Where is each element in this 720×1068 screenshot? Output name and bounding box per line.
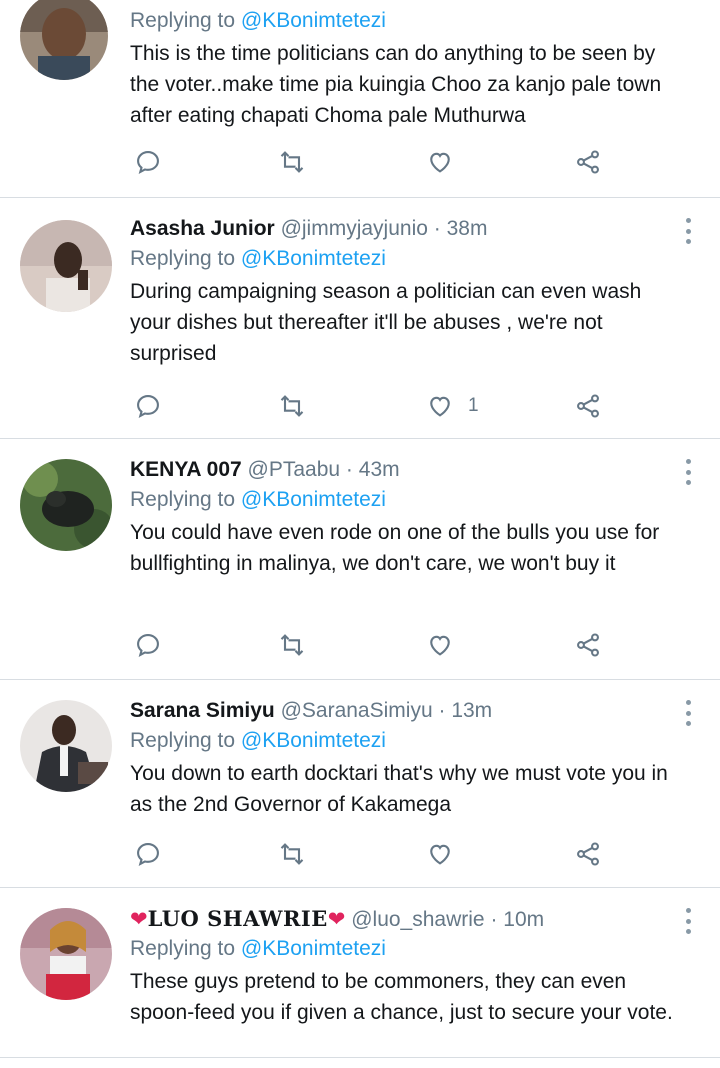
tweet-text: These guys pretend to be commoners, they… xyxy=(130,970,673,1024)
retweet-button[interactable] xyxy=(278,627,306,663)
more-options-icon[interactable] xyxy=(684,908,692,934)
retweet-button[interactable] xyxy=(278,836,306,872)
avatar[interactable] xyxy=(20,700,112,792)
like-button[interactable] xyxy=(426,836,468,872)
display-name[interactable]: Asasha Junior xyxy=(130,217,275,240)
retweet-icon xyxy=(280,634,304,656)
like-icon xyxy=(430,396,450,417)
share-button[interactable] xyxy=(574,388,602,424)
tweet-text: You down to earth docktari that's why we… xyxy=(130,762,668,816)
display-name[interactable]: Sarana Simiyu xyxy=(130,699,275,722)
tweet-text: You could have even rode on one of the b… xyxy=(130,521,660,575)
timestamp[interactable]: 10m xyxy=(503,908,544,931)
like-icon xyxy=(430,635,450,656)
mention-link[interactable]: @KBonimtetezi xyxy=(241,9,386,32)
timestamp[interactable]: 13m xyxy=(451,699,492,722)
separator: · xyxy=(433,217,441,240)
tweet[interactable]: Sarana Simiyu @SaranaSimiyu · 13m Replyi… xyxy=(0,680,720,888)
display-name[interactable]: LUO SHAWRIE xyxy=(148,906,328,931)
reply-icon xyxy=(137,843,159,866)
handle[interactable]: @PTaabu xyxy=(248,458,341,481)
separator: · xyxy=(490,908,498,931)
like-button[interactable]: 1 xyxy=(426,388,479,424)
more-options-icon[interactable] xyxy=(684,218,692,244)
like-count: 1 xyxy=(468,395,479,416)
reply-icon xyxy=(137,151,159,174)
share-icon xyxy=(577,633,599,657)
like-button[interactable] xyxy=(426,144,468,180)
display-name[interactable]: KENYA 007 xyxy=(130,458,242,481)
tweet[interactable]: KENYA 007 @PTaabu · 43m Replying to @KBo… xyxy=(0,439,720,680)
retweet-icon xyxy=(280,395,304,417)
retweet-button[interactable] xyxy=(278,144,306,180)
timestamp[interactable]: 43m xyxy=(359,458,400,481)
reply-icon xyxy=(137,634,159,657)
replying-to: Replying to @KBonimtetezi xyxy=(130,488,386,511)
tweet-header: Asasha Junior @jimmyjayjunio · 38m xyxy=(130,214,680,244)
more-options-icon[interactable] xyxy=(684,459,692,485)
retweet-icon xyxy=(280,843,304,865)
tweet-header: KENYA 007 @PTaabu · 43m xyxy=(130,455,680,485)
reply-icon xyxy=(137,395,159,418)
share-button[interactable] xyxy=(574,627,602,663)
avatar[interactable] xyxy=(20,0,108,80)
heart-emoji: ❤ xyxy=(130,908,148,931)
retweet-button[interactable] xyxy=(278,388,306,424)
separator: · xyxy=(345,458,353,481)
like-icon xyxy=(430,152,450,173)
reply-button[interactable] xyxy=(134,836,162,872)
mention-link[interactable]: @KBonimtetezi xyxy=(241,488,386,511)
share-icon xyxy=(577,842,599,866)
reply-button[interactable] xyxy=(134,144,162,180)
tweet[interactable]: Replying to @KBonimtetezi This is the ti… xyxy=(0,0,720,198)
mention-link[interactable]: @KBonimtetezi xyxy=(241,729,386,752)
like-button[interactable] xyxy=(426,627,468,663)
tweet-header: ❤LUO SHAWRIE❤ @luo_shawrie · 10m xyxy=(130,904,680,934)
heart-emoji: ❤ xyxy=(327,908,346,931)
retweet-icon xyxy=(280,151,304,173)
avatar[interactable] xyxy=(20,459,112,551)
avatar[interactable] xyxy=(20,908,112,1000)
tweet-text: This is the time politicians can do anyt… xyxy=(130,42,662,127)
share-icon xyxy=(577,150,599,174)
tweet-text: During campaigning season a politician c… xyxy=(130,280,642,365)
replying-to: Replying to @KBonimtetezi xyxy=(130,247,386,270)
tweet[interactable]: Asasha Junior @jimmyjayjunio · 38m Reply… xyxy=(0,198,720,439)
separator: · xyxy=(438,699,446,722)
mention-link[interactable]: @KBonimtetezi xyxy=(241,937,386,960)
handle[interactable]: @luo_shawrie xyxy=(351,908,484,931)
reply-button[interactable] xyxy=(134,388,162,424)
share-button[interactable] xyxy=(574,144,602,180)
tweet-header: Sarana Simiyu @SaranaSimiyu · 13m xyxy=(130,696,680,726)
like-icon xyxy=(430,844,450,865)
tweet[interactable]: ❤LUO SHAWRIE❤ @luo_shawrie · 10m Replyin… xyxy=(0,888,720,1058)
reply-button[interactable] xyxy=(134,627,162,663)
handle[interactable]: @jimmyjayjunio xyxy=(281,217,428,240)
replying-to: Replying to @KBonimtetezi xyxy=(130,937,386,960)
timestamp[interactable]: 38m xyxy=(447,217,488,240)
replying-to: Replying to @KBonimtetezi xyxy=(130,729,386,752)
mention-link[interactable]: @KBonimtetezi xyxy=(241,247,386,270)
more-options-icon[interactable] xyxy=(684,700,692,726)
share-icon xyxy=(577,394,599,418)
handle[interactable]: @SaranaSimiyu xyxy=(281,699,433,722)
share-button[interactable] xyxy=(574,836,602,872)
avatar[interactable] xyxy=(20,220,112,312)
replying-to: Replying to @KBonimtetezi xyxy=(130,9,386,32)
